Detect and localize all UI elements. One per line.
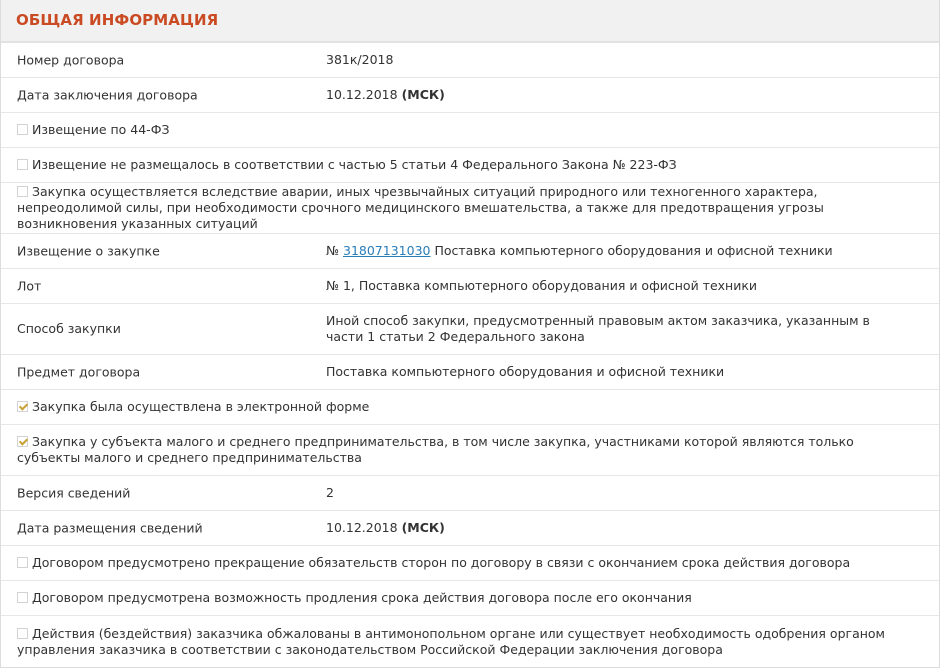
row-subject: Предмет договора Поставка компьютерного … (1, 355, 939, 390)
method-label: Способ закупки (17, 321, 121, 336)
section-title: ОБЩАЯ ИНФОРМАЦИЯ (16, 11, 219, 29)
posting-date: 10.12.2018 (326, 520, 398, 535)
row-purchase-notice: Извещение о закупке № 31807131030 Постав… (1, 234, 939, 269)
contract-number-value: 381к/2018 (326, 52, 394, 67)
subject-label: Предмет договора (17, 364, 141, 380)
row-lot: Лот № 1, Поставка компьютерного оборудов… (1, 269, 939, 304)
appeal-item: Действия (бездействия) заказчика обжалов… (17, 626, 917, 658)
electronic-item: Закупка была осуществлена в электронной … (17, 399, 917, 415)
posting-date-value: 10.12.2018 (МСК) (326, 520, 906, 536)
appeal-checkbox[interactable] (17, 627, 28, 639)
notice-44-text: Извещение по 44-ФЗ (32, 122, 170, 137)
purchase-notice-link[interactable]: 31807131030 (343, 243, 430, 258)
notice-not-posted-item: Извещение не размещалось в соответствии … (17, 157, 917, 173)
extension-text: Договором предусмотрена возможность прод… (32, 590, 692, 605)
notice-44-checkbox[interactable] (17, 124, 28, 135)
row-termination: Договором предусмотрено прекращение обяз… (1, 546, 939, 581)
termination-text: Договором предусмотрено прекращение обяз… (32, 555, 851, 570)
contract-date: 10.12.2018 (326, 87, 398, 102)
row-notice-44: Извещение по 44-ФЗ (1, 113, 939, 148)
purchase-notice-value: № 31807131030 Поставка компьютерного обо… (326, 243, 906, 259)
row-contract-number: Номер договора 381к/2018 (1, 43, 939, 78)
emergency-checkbox[interactable] (17, 186, 28, 197)
contract-date-value: 10.12.2018 (МСК) (326, 87, 906, 103)
row-contract-date: Дата заключения договора 10.12.2018 (МСК… (1, 78, 939, 113)
method-value: Иной способ закупки, предусмотренный пра… (326, 313, 870, 344)
row-appeal: Действия (бездействия) заказчика обжалов… (1, 616, 939, 667)
electronic-checkbox[interactable] (17, 401, 28, 412)
notice-44-item: Извещение по 44-ФЗ (17, 122, 917, 138)
contract-date-tz: (МСК) (401, 87, 445, 102)
row-notice-not-posted: Извещение не размещалось в соответствии … (1, 148, 939, 183)
row-version: Версия сведений 2 (1, 476, 939, 511)
row-posting-date: Дата размещения сведений 10.12.2018 (МСК… (1, 511, 939, 546)
subject-value: Поставка компьютерного оборудования и оф… (326, 364, 725, 379)
version-label: Версия сведений (17, 485, 131, 501)
notice-not-posted-checkbox[interactable] (17, 159, 28, 170)
version-value: 2 (326, 485, 334, 500)
sme-item: Закупка у субъекта малого и среднего пре… (17, 434, 917, 466)
emergency-item: Закупка осуществляется вследствие аварии… (17, 184, 917, 232)
posting-date-tz: (МСК) (401, 520, 445, 535)
termination-item: Договором предусмотрено прекращение обяз… (17, 555, 917, 571)
purchase-notice-text: Поставка компьютерного оборудования и оф… (434, 243, 833, 258)
row-sme: Закупка у субъекта малого и среднего пре… (1, 425, 939, 476)
sme-checkbox[interactable] (17, 436, 28, 447)
extension-checkbox[interactable] (17, 592, 28, 603)
notice-not-posted-text: Извещение не размещалось в соответствии … (32, 157, 677, 172)
section-header: ОБЩАЯ ИНФОРМАЦИЯ (1, 0, 939, 43)
contract-number-label: Номер договора (17, 52, 125, 68)
emergency-text: Закупка осуществляется вследствие аварии… (17, 184, 824, 231)
appeal-text: Действия (бездействия) заказчика обжалов… (17, 625, 885, 657)
row-electronic: Закупка была осуществлена в электронной … (1, 390, 939, 425)
purchase-notice-prefix: № (326, 243, 340, 258)
contract-date-label: Дата заключения договора (17, 87, 198, 103)
electronic-text: Закупка была осуществлена в электронной … (32, 399, 370, 414)
row-method: Способ закупки Иной способ закупки, пред… (1, 304, 939, 355)
row-emergency: Закупка осуществляется вследствие аварии… (1, 183, 939, 234)
termination-checkbox[interactable] (17, 557, 28, 568)
general-info-panel: ОБЩАЯ ИНФОРМАЦИЯ Номер договора 381к/201… (0, 0, 940, 668)
extension-item: Договором предусмотрена возможность прод… (17, 590, 917, 606)
sme-text: Закупка у субъекта малого и среднего пре… (17, 434, 854, 465)
posting-date-label: Дата размещения сведений (17, 520, 203, 536)
lot-value: № 1, Поставка компьютерного оборудования… (326, 278, 758, 293)
purchase-notice-label: Извещение о закупке (17, 243, 160, 259)
row-extension: Договором предусмотрена возможность прод… (1, 581, 939, 616)
lot-label: Лот (17, 278, 42, 294)
